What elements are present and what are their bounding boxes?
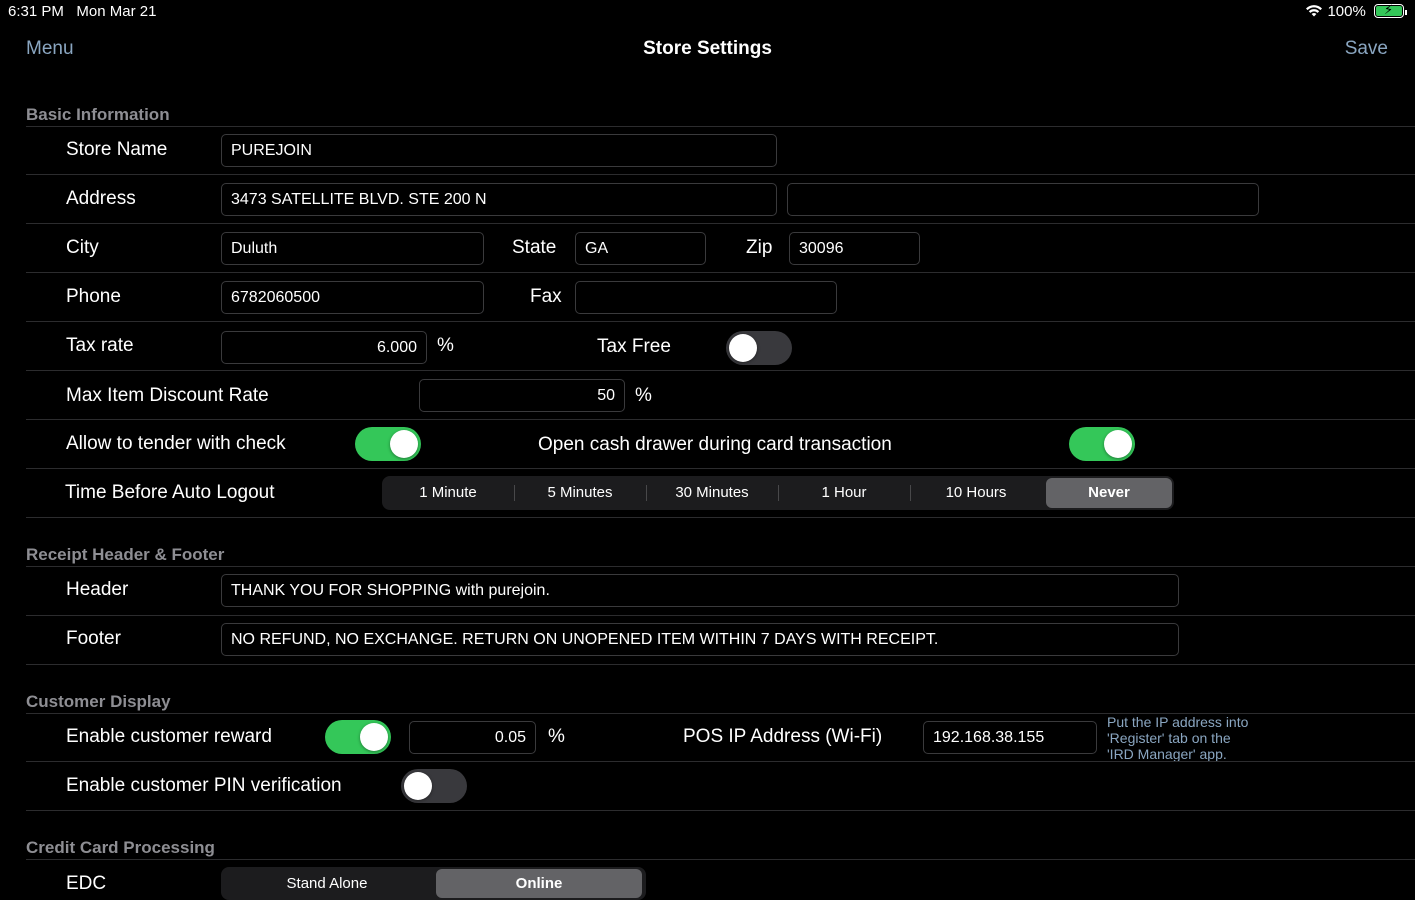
zip-label: Zip <box>746 237 773 258</box>
address-line2-field[interactable] <box>787 183 1259 216</box>
save-button[interactable]: Save <box>1345 38 1388 60</box>
receipt-footer-label: Footer <box>66 628 121 649</box>
address-label: Address <box>66 188 136 209</box>
city-label: City <box>66 237 99 258</box>
allow-check-toggle[interactable] <box>355 427 421 461</box>
tax-rate-field[interactable] <box>221 331 427 364</box>
toggle-knob <box>729 334 757 362</box>
divider <box>26 517 1415 518</box>
divider <box>26 126 1415 127</box>
segment-separator <box>514 485 515 501</box>
toggle-knob <box>404 772 432 800</box>
divider <box>26 468 1415 469</box>
page-title: Store Settings <box>643 38 772 59</box>
pos-ip-hint: Put the IP address into 'Register' tab o… <box>1107 714 1248 762</box>
max-discount-field[interactable] <box>419 379 625 412</box>
customer-reward-rate-field[interactable] <box>409 721 536 754</box>
edc-option-online[interactable]: Online <box>436 869 642 898</box>
auto-logout-label: Time Before Auto Logout <box>65 482 275 503</box>
segment-separator <box>646 485 647 501</box>
tax-rate-percent: % <box>437 335 454 356</box>
status-time: 6:31 PM Mon Mar 21 <box>8 3 156 20</box>
store-name-label: Store Name <box>66 139 168 160</box>
receipt-footer-field[interactable] <box>221 623 1179 656</box>
divider <box>26 566 1415 567</box>
fax-label: Fax <box>530 286 562 307</box>
divider <box>26 419 1415 420</box>
battery-percent: 100% <box>1327 3 1366 20</box>
divider <box>26 859 1415 860</box>
battery-icon: ⚡ <box>1374 2 1404 18</box>
divider <box>26 174 1415 175</box>
auto-logout-option-never[interactable]: Never <box>1046 478 1172 508</box>
state-field[interactable] <box>575 232 706 265</box>
allow-check-label: Allow to tender with check <box>66 433 286 454</box>
address-line1-field[interactable] <box>221 183 777 216</box>
zip-field[interactable] <box>789 232 920 265</box>
customer-reward-percent: % <box>548 726 565 747</box>
phone-label: Phone <box>66 286 121 307</box>
section-customer-display: Customer Display <box>26 692 171 711</box>
section-credit-card-processing: Credit Card Processing <box>26 838 215 857</box>
max-discount-percent: % <box>635 385 652 406</box>
fax-field[interactable] <box>575 281 837 314</box>
divider <box>26 761 1415 762</box>
pos-ip-hint-line: 'Register' tab on the <box>1107 730 1231 746</box>
city-field[interactable] <box>221 232 484 265</box>
tax-free-label: Tax Free <box>597 336 671 357</box>
divider <box>26 664 1415 665</box>
status-date-text: Mon Mar 21 <box>76 3 157 20</box>
section-basic-information: Basic Information <box>26 105 170 124</box>
pos-ip-label: POS IP Address (Wi-Fi) <box>683 726 883 747</box>
phone-field[interactable] <box>221 281 484 314</box>
tax-free-toggle[interactable] <box>726 331 792 365</box>
divider <box>26 272 1415 273</box>
customer-pin-label: Enable customer PIN verification <box>66 775 342 796</box>
status-right: 100% ⚡ <box>1305 2 1407 20</box>
max-discount-label: Max Item Discount Rate <box>66 385 269 406</box>
divider <box>26 370 1415 371</box>
status-time-text: 6:31 PM <box>8 3 64 20</box>
store-name-field[interactable] <box>221 134 777 167</box>
divider <box>26 810 1415 811</box>
divider <box>26 615 1415 616</box>
open-drawer-toggle[interactable] <box>1069 427 1135 461</box>
auto-logout-option-5-minutes[interactable]: 5 Minutes <box>516 478 644 508</box>
pos-ip-hint-line: Put the IP address into <box>1107 714 1249 730</box>
receipt-header-label: Header <box>66 579 129 600</box>
edc-label: EDC <box>66 873 107 894</box>
pos-ip-hint-line: 'IRD Manager' app. <box>1107 746 1227 762</box>
divider <box>26 223 1415 224</box>
tax-rate-label: Tax rate <box>66 335 134 356</box>
auto-logout-segmented-control: 1 Minute 5 Minutes 30 Minutes 1 Hour 10 … <box>382 476 1174 510</box>
wifi-icon <box>1305 3 1327 20</box>
pos-ip-field[interactable] <box>923 721 1097 754</box>
auto-logout-option-1-minute[interactable]: 1 Minute <box>384 478 512 508</box>
menu-button[interactable]: Menu <box>26 38 74 60</box>
toggle-knob <box>390 430 418 458</box>
customer-reward-toggle[interactable] <box>325 720 391 754</box>
edc-segmented-control: Stand Alone Online <box>221 867 646 900</box>
open-drawer-label: Open cash drawer during card transaction <box>538 434 892 455</box>
segment-separator <box>910 485 911 501</box>
auto-logout-option-1-hour[interactable]: 1 Hour <box>780 478 908 508</box>
receipt-header-field[interactable] <box>221 574 1179 607</box>
customer-pin-toggle[interactable] <box>401 769 467 803</box>
section-receipt-header-footer: Receipt Header & Footer <box>26 545 225 564</box>
auto-logout-option-10-hours[interactable]: 10 Hours <box>912 478 1040 508</box>
divider <box>26 321 1415 322</box>
state-label: State <box>512 237 557 258</box>
customer-reward-label: Enable customer reward <box>66 726 272 747</box>
auto-logout-option-30-minutes[interactable]: 30 Minutes <box>648 478 776 508</box>
toggle-knob <box>360 723 388 751</box>
toggle-knob <box>1104 430 1132 458</box>
edc-option-stand-alone[interactable]: Stand Alone <box>223 869 431 898</box>
segment-separator <box>778 485 779 501</box>
